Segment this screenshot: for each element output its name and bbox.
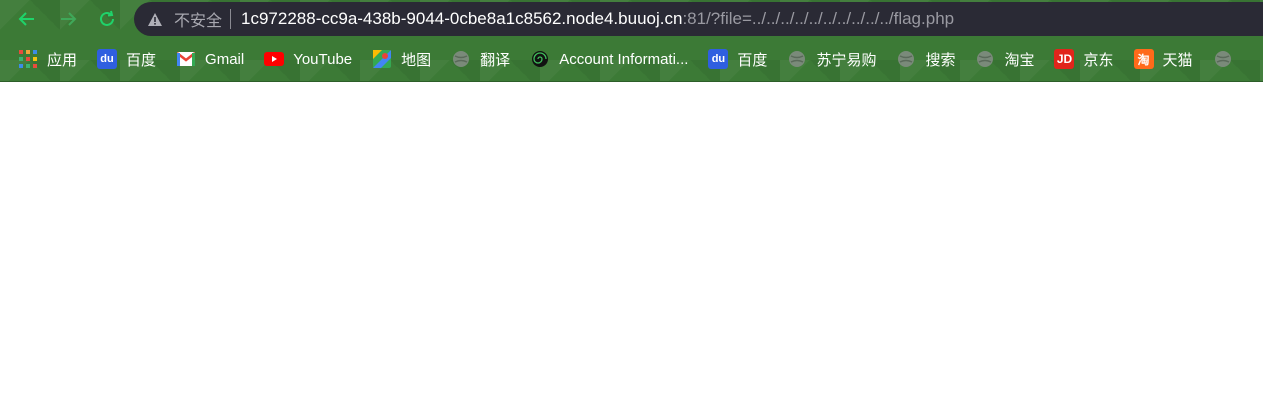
bookmark-maps[interactable]: 地图 xyxy=(372,45,431,73)
bookmark-more[interactable] xyxy=(1213,45,1242,73)
bookmark-taobao[interactable]: 淘宝 xyxy=(975,45,1034,73)
bookmarks-bar: 应用 du 百度 Gmail YouTube 地图 翻译 Account Inf… xyxy=(0,44,1242,74)
bookmark-baidu[interactable]: du 百度 xyxy=(97,45,156,73)
page-content xyxy=(0,82,1263,408)
reload-button[interactable] xyxy=(94,6,120,32)
bookmark-apps[interactable]: 应用 xyxy=(18,45,77,73)
forward-button[interactable] xyxy=(55,6,81,32)
security-status-label[interactable]: 不安全 xyxy=(174,7,222,31)
bookmark-label: 地图 xyxy=(401,51,432,69)
jd-icon: JD xyxy=(1054,49,1075,69)
url-path: :81/?file=../../../../../../../../../../… xyxy=(682,9,955,28)
globe-icon xyxy=(1213,49,1233,69)
reload-icon xyxy=(100,10,114,26)
youtube-icon xyxy=(264,49,285,69)
bookmark-label: 百度 xyxy=(126,51,157,69)
gmail-icon xyxy=(176,49,196,69)
bookmark-baidu-2[interactable]: du 百度 xyxy=(708,45,767,73)
bookmark-suning[interactable]: 苏宁易购 xyxy=(787,45,876,73)
bookmark-label: 应用 xyxy=(47,51,78,69)
bookmark-label: Account Informati... xyxy=(559,50,689,68)
bookmark-label: 天猫 xyxy=(1162,51,1193,69)
bookmark-account[interactable]: Account Informati... xyxy=(530,45,688,73)
bookmark-label: 京东 xyxy=(1083,51,1114,69)
address-bar[interactable]: 不安全 1c972288-cc9a-438b-9044-0cbe8a1c8562… xyxy=(134,2,1263,36)
globe-icon xyxy=(787,49,807,69)
arrow-left-icon xyxy=(18,12,34,26)
bookmark-label: 淘宝 xyxy=(1004,51,1035,69)
bookmark-label: YouTube xyxy=(293,50,353,68)
arrow-right-icon xyxy=(61,12,77,26)
bookmark-label: 百度 xyxy=(737,51,768,69)
apps-grid-icon xyxy=(18,49,38,69)
globe-icon xyxy=(975,49,995,69)
bookmark-search[interactable]: 搜索 xyxy=(896,45,955,73)
bookmark-jd[interactable]: JD 京东 xyxy=(1054,45,1114,73)
tmall-icon: 淘 xyxy=(1133,49,1154,69)
bookmark-translate[interactable]: 翻译 xyxy=(451,45,510,73)
spiral-icon xyxy=(530,49,550,69)
browser-chrome: 不安全 1c972288-cc9a-438b-9044-0cbe8a1c8562… xyxy=(0,0,1263,82)
maps-icon xyxy=(372,49,392,69)
back-button[interactable] xyxy=(14,6,40,32)
bookmark-label: 苏宁易购 xyxy=(816,51,877,69)
url-host: 1c972288-cc9a-438b-9044-0cbe8a1c8562.nod… xyxy=(241,9,683,28)
globe-icon xyxy=(896,49,916,69)
baidu-icon: du xyxy=(708,49,729,69)
address-separator xyxy=(230,9,232,29)
bookmark-label: Gmail xyxy=(205,50,245,68)
baidu-icon: du xyxy=(97,49,118,69)
bookmark-youtube[interactable]: YouTube xyxy=(264,45,352,73)
warning-triangle-icon[interactable] xyxy=(148,12,162,26)
globe-icon xyxy=(451,49,471,69)
bookmark-tmall[interactable]: 淘 天猫 xyxy=(1133,45,1193,73)
bookmark-label: 翻译 xyxy=(480,51,511,69)
bookmark-label: 搜索 xyxy=(925,51,956,69)
bookmark-gmail[interactable]: Gmail xyxy=(176,45,244,73)
